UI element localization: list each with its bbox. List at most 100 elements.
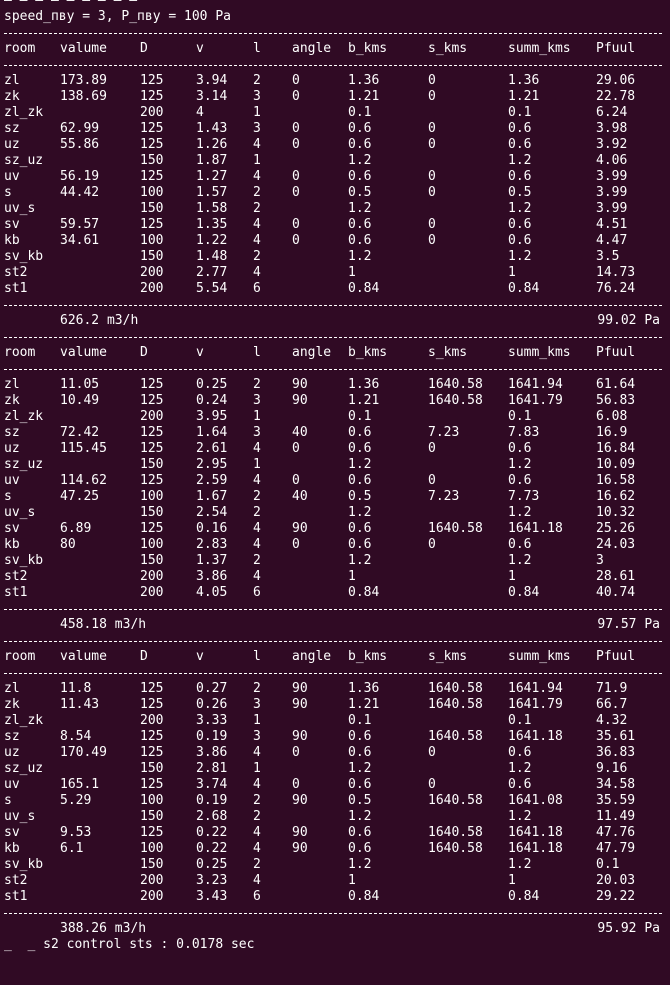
table-row: s 5.29 100 0.19 2 90 0.5 1640.58 1641.08 35.59: [0, 793, 670, 809]
cell-room: uv_s: [4, 809, 36, 824]
cell-l: 2: [253, 73, 261, 88]
cell-room: st1: [4, 585, 28, 600]
cell-s_kms: 0: [428, 537, 436, 552]
cell-l: 1: [253, 761, 261, 776]
cell-summ_kms: 0.1: [508, 105, 532, 120]
cell-D: 125: [140, 217, 164, 232]
cell-D: 125: [140, 697, 164, 712]
column-header-summ_kms: summ_kms: [508, 649, 571, 664]
cell-valume: 34.61: [60, 233, 100, 248]
cell-angle: 0: [292, 89, 300, 104]
cell-Pfuul: 35.61: [596, 729, 636, 744]
cell-D: 150: [140, 201, 164, 216]
cell-valume: 115.45: [60, 441, 107, 456]
summary-row: 388.26 m3/h 95.92 Pa: [0, 921, 670, 937]
cell-v: 2.54: [196, 505, 228, 520]
separator-top: [0, 329, 670, 345]
cell-Pfuul: 47.76: [596, 825, 636, 840]
cell-D: 125: [140, 393, 164, 408]
cell-D: 150: [140, 457, 164, 472]
cell-summ_kms: 0.84: [508, 585, 540, 600]
cell-room: zl_zk: [4, 409, 44, 424]
cell-l: 6: [253, 281, 261, 296]
cell-Pfuul: 4.47: [596, 233, 628, 248]
cell-valume: 11.05: [60, 377, 100, 392]
terminal-output[interactable]: — — — — — — — — — speed_пву = 3, P_пву =…: [0, 0, 670, 953]
column-header-b_kms: b_kms: [348, 41, 388, 56]
cell-l: 4: [253, 777, 261, 792]
dashed-rule: [4, 305, 662, 306]
cell-angle: 90: [292, 729, 308, 744]
column-header-row: room valume Dv l angle b_kms s_kms summ_kms Pfuu…: [0, 41, 670, 57]
cell-D: 150: [140, 809, 164, 824]
cell-s_kms: 1640.58: [428, 825, 483, 840]
cell-angle: 90: [292, 377, 308, 392]
cell-l: 4: [253, 441, 261, 456]
cell-v: 1.43: [196, 121, 228, 136]
cell-l: 3: [253, 89, 261, 104]
cell-room: sv: [4, 825, 20, 840]
cell-angle: 0: [292, 73, 300, 88]
cell-b_kms: 1.2: [348, 761, 372, 776]
cell-v: 1.48: [196, 249, 228, 264]
cell-angle: 0: [292, 217, 300, 232]
cell-v: 3.95: [196, 409, 228, 424]
cell-b_kms: 0.6: [348, 233, 372, 248]
cell-b_kms: 0.6: [348, 537, 372, 552]
cell-room: s: [4, 185, 12, 200]
cell-room: uz: [4, 745, 20, 760]
table-row: sv_kb 150 1.48 2 1.2 1.2 3.5: [0, 249, 670, 265]
table-row: uv_s 150 2.68 2 1.2 1.2 11.49: [0, 809, 670, 825]
cell-Pfuul: 20.03: [596, 873, 636, 888]
column-header-s_kms: s_kms: [428, 649, 468, 664]
top-partial-text: — — — — — — — — —: [4, 0, 138, 8]
cell-angle: 40: [292, 425, 308, 440]
bottom-partial-line: _ _ s2 control sts : 0.0178 sec: [0, 937, 670, 953]
cell-room: zk: [4, 393, 20, 408]
cell-b_kms: 0.6: [348, 521, 372, 536]
cell-s_kms: 0: [428, 73, 436, 88]
total-flow: 626.2 m3/h: [60, 313, 139, 328]
cell-Pfuul: 25.26: [596, 521, 636, 536]
cell-b_kms: 0.84: [348, 889, 380, 904]
cell-summ_kms: 1.2: [508, 153, 532, 168]
cell-valume: 170.49: [60, 745, 107, 760]
cell-s_kms: 1640.58: [428, 793, 483, 808]
cell-v: 1.67: [196, 489, 228, 504]
total-flow: 388.26 m3/h: [60, 921, 147, 936]
cell-v: 1.58: [196, 201, 228, 216]
cell-b_kms: 0.6: [348, 137, 372, 152]
cell-room: uz: [4, 441, 20, 456]
cell-b_kms: 1.2: [348, 457, 372, 472]
cell-summ_kms: 1641.18: [508, 825, 563, 840]
cell-summ_kms: 1: [508, 873, 516, 888]
cell-valume: 59.57: [60, 217, 100, 232]
cell-l: 2: [253, 249, 261, 264]
cell-v: 0.22: [196, 825, 228, 840]
table-row: st1 200 3.43 6 0.84 0.84 29.22: [0, 889, 670, 905]
cell-D: 125: [140, 825, 164, 840]
cell-room: sz: [4, 425, 20, 440]
cell-l: 4: [253, 169, 261, 184]
cell-summ_kms: 0.1: [508, 409, 532, 424]
cell-summ_kms: 1641.79: [508, 393, 563, 408]
cell-Pfuul: 16.9: [596, 425, 628, 440]
cell-valume: 6.1: [60, 841, 84, 856]
cell-s_kms: 1640.58: [428, 697, 483, 712]
column-header-Pfuul: Pfuul: [596, 41, 636, 56]
cell-room: st2: [4, 569, 28, 584]
table-row: zk 138.69 125 3.14 3 0 1.21 0 1.21 22.78: [0, 89, 670, 105]
cell-v: 0.26: [196, 697, 228, 712]
cell-s_kms: 0: [428, 89, 436, 104]
table-row: s 47.25 100 1.67 2 40 0.5 7.23 7.73 16.62: [0, 489, 670, 505]
cell-summ_kms: 0.84: [508, 281, 540, 296]
cell-Pfuul: 61.64: [596, 377, 636, 392]
cell-Pfuul: 3.99: [596, 185, 628, 200]
cell-room: kb: [4, 537, 20, 552]
cell-v: 3.43: [196, 889, 228, 904]
cell-v: 3.33: [196, 713, 228, 728]
cell-angle: 90: [292, 521, 308, 536]
cell-valume: 55.86: [60, 137, 100, 152]
cell-b_kms: 0.5: [348, 793, 372, 808]
cell-Pfuul: 24.03: [596, 537, 636, 552]
